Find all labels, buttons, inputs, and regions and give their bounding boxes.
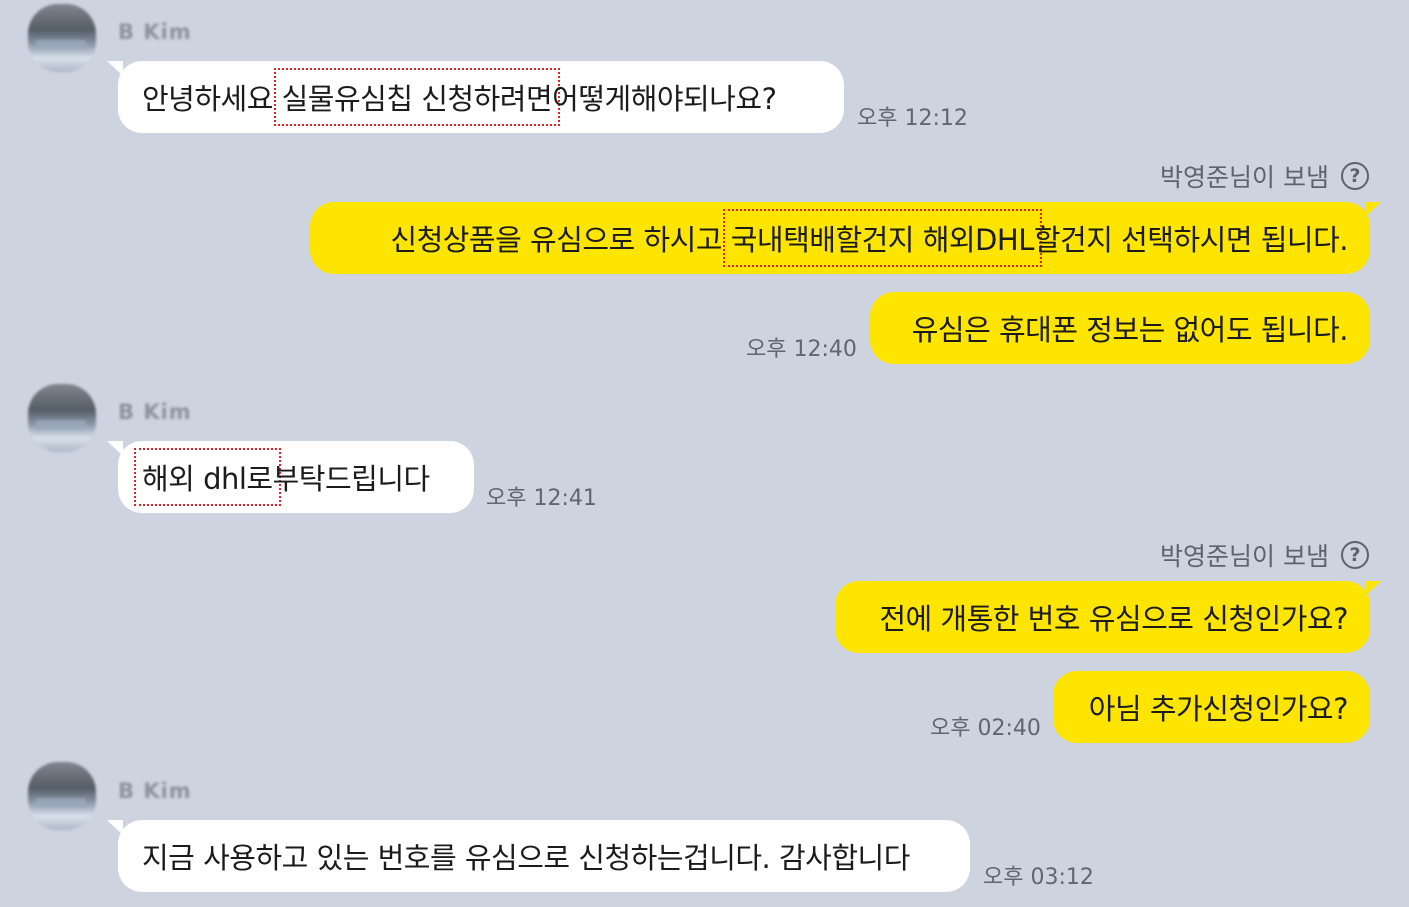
sent-by-label: 박영준님이 보냄 ? (1160, 158, 1369, 194)
message-text: 유심은 휴대폰 정보는 없어도 됩니다. (911, 313, 1349, 347)
outgoing-message-bubble[interactable]: 신청상품을 유심으로 하시고 국내택배할건지 해외DHL 할건지 선택하시면 됩… (310, 202, 1381, 274)
incoming-message-bubble[interactable]: 지금 사용하고 있는 번호를 유심으로 신청하는겁니다. 감사합니다 (107, 820, 970, 892)
message-timestamp: 오후 12:41 (486, 486, 597, 511)
message-timestamp: 오후 03:12 (983, 865, 1094, 890)
sender-name: B Kim (118, 400, 192, 424)
outgoing-message-bubble[interactable]: 전에 개통한 번호 유심으로 신청인가요? (835, 581, 1381, 653)
sent-by-label: 박영준님이 보냄 ? (1160, 537, 1369, 573)
sent-by-text: 박영준님이 보냄 (1160, 163, 1329, 192)
outgoing-message-bubble[interactable]: 유심은 휴대폰 정보는 없어도 됩니다. (870, 292, 1370, 364)
incoming-message-bubble[interactable]: 해외 dhl로 부탁드립니다 (107, 441, 474, 513)
sender-avatar[interactable] (28, 384, 96, 452)
incoming-message-bubble[interactable]: 안녕하세요 실물유심칩 신청하려면 어떻게해야되나요? (107, 61, 844, 133)
highlighted-text: 실물유심칩 신청하려면 (273, 68, 561, 126)
message-text: 안녕하세요 (142, 82, 282, 116)
help-icon[interactable]: ? (1341, 541, 1369, 569)
outgoing-message-bubble[interactable]: 아님 추가신청인가요? (1053, 671, 1370, 743)
message-timestamp: 오후 02:40 (930, 716, 1041, 741)
sender-name: B Kim (118, 779, 192, 803)
highlighted-text: 해외 dhl로 (134, 448, 281, 506)
sender-name: B Kim (118, 20, 192, 44)
message-timestamp: 오후 12:12 (857, 106, 968, 131)
message-text: 할건지 선택하시면 됩니다. (1033, 223, 1349, 257)
message-text: 지금 사용하고 있는 번호를 유심으로 신청하는겁니다. 감사합니다 (142, 841, 910, 875)
help-icon[interactable]: ? (1341, 162, 1369, 190)
message-text: 어떻게해야되나요? (552, 82, 777, 116)
message-text: 부탁드립니다 (272, 462, 431, 496)
message-text: 전에 개통한 번호 유심으로 신청인가요? (879, 602, 1348, 636)
highlighted-text: 국내택배할건지 해외DHL (722, 209, 1042, 267)
sender-avatar[interactable] (28, 4, 96, 72)
sender-avatar[interactable] (28, 762, 96, 830)
sent-by-text: 박영준님이 보냄 (1160, 542, 1329, 571)
message-timestamp: 오후 12:40 (746, 337, 857, 362)
message-text: 신청상품을 유심으로 하시고 (390, 223, 731, 257)
message-text: 아님 추가신청인가요? (1088, 692, 1349, 726)
